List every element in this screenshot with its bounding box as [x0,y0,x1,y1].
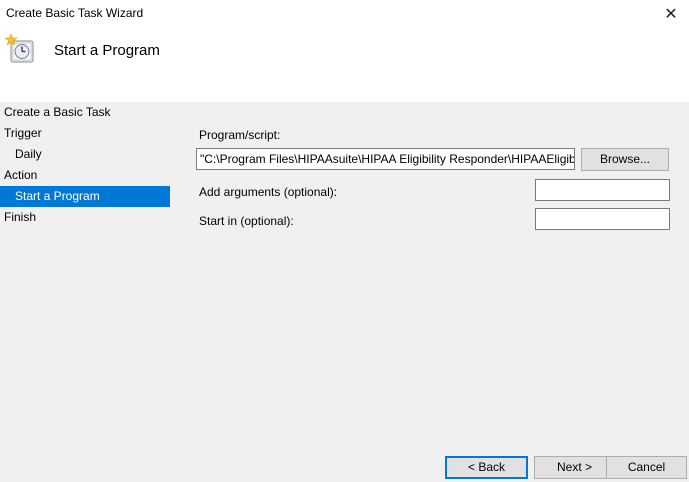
step-daily: Daily [15,147,42,161]
wizard-header: Start a Program [0,28,689,102]
next-button[interactable]: Next > [534,456,615,479]
add-arguments-input[interactable] [535,179,670,201]
program-script-label: Program/script: [199,128,281,142]
program-script-input[interactable]: "C:\Program Files\HIPAAsuite\HIPAA Eligi… [196,148,575,170]
task-clock-icon [5,34,34,63]
window-title: Create Basic Task Wizard [6,6,144,20]
close-icon: ✕ [664,6,678,23]
title-bar: Create Basic Task Wizard ✕ [0,0,689,28]
add-arguments-label: Add arguments (optional): [199,185,338,199]
step-start-a-program: Start a Program [0,186,170,207]
browse-button[interactable]: Browse... [581,148,669,171]
step-create-basic-task: Create a Basic Task [4,105,111,119]
wizard-steps: Create a Basic Task Trigger Daily Action… [0,102,176,228]
step-trigger: Trigger [4,126,42,140]
step-finish: Finish [4,210,37,224]
page-title: Start a Program [54,42,160,59]
start-in-label: Start in (optional): [199,214,294,228]
back-button[interactable]: < Back [445,456,528,479]
start-in-input[interactable] [535,208,670,230]
close-button[interactable]: ✕ [653,0,689,28]
cancel-button[interactable]: Cancel [606,456,687,479]
step-action: Action [4,168,38,182]
